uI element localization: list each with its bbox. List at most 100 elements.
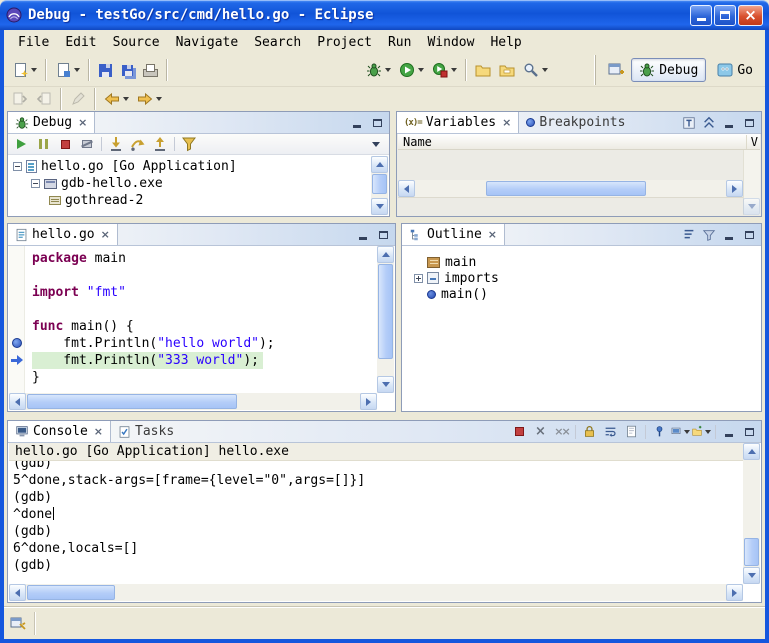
close-button[interactable]: × <box>738 5 763 26</box>
resume-button[interactable] <box>11 135 31 153</box>
scroll-left-button[interactable] <box>9 393 26 410</box>
tab-close-icon[interactable]: × <box>502 116 511 129</box>
code-line[interactable] <box>32 301 377 318</box>
view-maximize-button[interactable] <box>740 227 758 243</box>
open-resource-button[interactable] <box>495 57 519 83</box>
tab-close-icon[interactable]: × <box>488 228 497 241</box>
tree-expander[interactable] <box>31 179 40 188</box>
scroll-up-button[interactable] <box>371 156 388 173</box>
scrollbar-thumb[interactable] <box>744 538 759 566</box>
show-type-names-button[interactable] <box>680 115 698 131</box>
variables-horizontal-scrollbar[interactable] <box>398 180 743 197</box>
pin-console-button[interactable] <box>650 423 669 440</box>
code-line[interactable]: func main() { <box>32 318 377 335</box>
menu-help[interactable]: Help <box>482 32 529 53</box>
view-maximize-button[interactable] <box>374 227 392 243</box>
open-type-button[interactable] <box>471 57 495 83</box>
variables-column-header[interactable]: Name V <box>398 134 760 150</box>
debug-view-menu-button[interactable] <box>366 135 386 153</box>
disconnect-button[interactable] <box>77 135 97 153</box>
code-editor[interactable]: package main import "fmt" func main() { … <box>26 246 377 393</box>
tab-console[interactable]: Console × <box>8 421 111 442</box>
debug-launch-tree[interactable]: hello.go [Go Application]gdb-hello.exego… <box>9 156 371 215</box>
editor-ruler[interactable] <box>9 246 25 393</box>
code-line[interactable]: package main <box>32 250 377 267</box>
open-perspective-button[interactable] <box>604 57 628 83</box>
scroll-up-button[interactable] <box>377 246 394 263</box>
view-minimize-button[interactable] <box>720 424 738 440</box>
console-terminate-button[interactable] <box>510 423 529 440</box>
terminate-button[interactable] <box>55 135 75 153</box>
tab-close-icon[interactable]: × <box>94 425 103 438</box>
code-line[interactable]: fmt.Println("333 world"); <box>32 352 377 369</box>
tab-outline[interactable]: Outline × <box>402 224 505 245</box>
scroll-up-button[interactable] <box>743 443 760 460</box>
debug-tree-item[interactable]: hello.go [Go Application] <box>9 158 371 175</box>
last-edit-location-button[interactable] <box>66 89 90 109</box>
scroll-left-button[interactable] <box>398 180 415 197</box>
view-minimize-button[interactable] <box>720 115 738 131</box>
instruction-pointer-marker[interactable] <box>11 355 24 366</box>
outline-tree[interactable]: mainimportsmain() <box>403 246 760 410</box>
scroll-left-button[interactable] <box>9 584 26 601</box>
forward-button[interactable] <box>133 89 166 109</box>
remove-all-launches-button[interactable]: ×× <box>552 423 571 440</box>
code-line[interactable]: fmt.Println("hello world"); <box>32 335 377 352</box>
menu-window[interactable]: Window <box>419 32 482 53</box>
external-tools-button[interactable] <box>428 57 461 83</box>
collapse-all-button[interactable] <box>700 115 718 131</box>
scroll-down-button[interactable] <box>371 198 388 215</box>
menu-source[interactable]: Source <box>105 32 168 53</box>
print-button[interactable] <box>138 57 162 83</box>
scroll-down-button[interactable] <box>743 198 760 215</box>
tab-tasks[interactable]: Tasks <box>111 421 181 442</box>
console-horizontal-scrollbar[interactable] <box>9 584 743 601</box>
filter-button[interactable] <box>700 227 718 243</box>
outline-item[interactable]: main() <box>403 286 760 302</box>
scroll-right-button[interactable] <box>726 584 743 601</box>
menu-project[interactable]: Project <box>309 32 380 53</box>
tab-hello-go[interactable]: hello.go × <box>8 224 118 245</box>
titlebar[interactable]: Debug - testGo/src/cmd/hello.go - Eclips… <box>0 0 769 30</box>
menu-run[interactable]: Run <box>380 32 419 53</box>
next-annotation-button[interactable] <box>8 89 32 109</box>
variables-vertical-scrollbar[interactable] <box>743 150 760 215</box>
outline-item[interactable]: imports <box>403 270 760 286</box>
tab-breakpoints[interactable]: Breakpoints <box>519 112 632 133</box>
scroll-right-button[interactable] <box>726 180 743 197</box>
view-minimize-button[interactable] <box>720 227 738 243</box>
console-output[interactable]: (gdb)5^done,stack-args=[frame={level="0"… <box>9 461 743 584</box>
editor-area[interactable]: package main import "fmt" func main() { … <box>9 246 377 393</box>
editor-horizontal-scrollbar[interactable] <box>9 393 377 410</box>
back-button[interactable] <box>100 89 133 109</box>
open-console-button[interactable] <box>692 423 711 440</box>
sort-button[interactable] <box>680 227 698 243</box>
menu-file[interactable]: File <box>10 32 57 53</box>
previous-annotation-button[interactable] <box>32 89 56 109</box>
minimize-button[interactable] <box>690 5 712 26</box>
view-minimize-button[interactable] <box>348 115 366 131</box>
scrollbar-thumb[interactable] <box>378 264 393 359</box>
value-column-header[interactable]: V <box>746 135 760 149</box>
code-line[interactable] <box>32 267 377 284</box>
debug-tree-item[interactable]: gothread-2 <box>9 192 371 209</box>
view-maximize-button[interactable] <box>368 115 386 131</box>
tree-expander[interactable] <box>13 162 22 171</box>
run-launch-button[interactable] <box>395 57 428 83</box>
scrollbar-thumb[interactable] <box>486 181 646 196</box>
tab-debug[interactable]: Debug × <box>8 112 95 133</box>
menu-search[interactable]: Search <box>246 32 309 53</box>
name-column-header[interactable]: Name <box>398 135 432 149</box>
suspend-button[interactable] <box>33 135 53 153</box>
view-maximize-button[interactable] <box>740 424 758 440</box>
clear-console-button[interactable] <box>622 423 641 440</box>
maximize-button[interactable] <box>714 5 736 26</box>
breakpoint-marker[interactable] <box>12 338 22 348</box>
view-minimize-button[interactable] <box>354 227 372 243</box>
word-wrap-button[interactable] <box>601 423 620 440</box>
code-line[interactable]: } <box>32 369 377 386</box>
remove-launch-button[interactable]: × <box>531 423 550 440</box>
debug-launch-button[interactable] <box>362 57 395 83</box>
view-maximize-button[interactable] <box>740 115 758 131</box>
tree-expander[interactable] <box>414 274 423 283</box>
